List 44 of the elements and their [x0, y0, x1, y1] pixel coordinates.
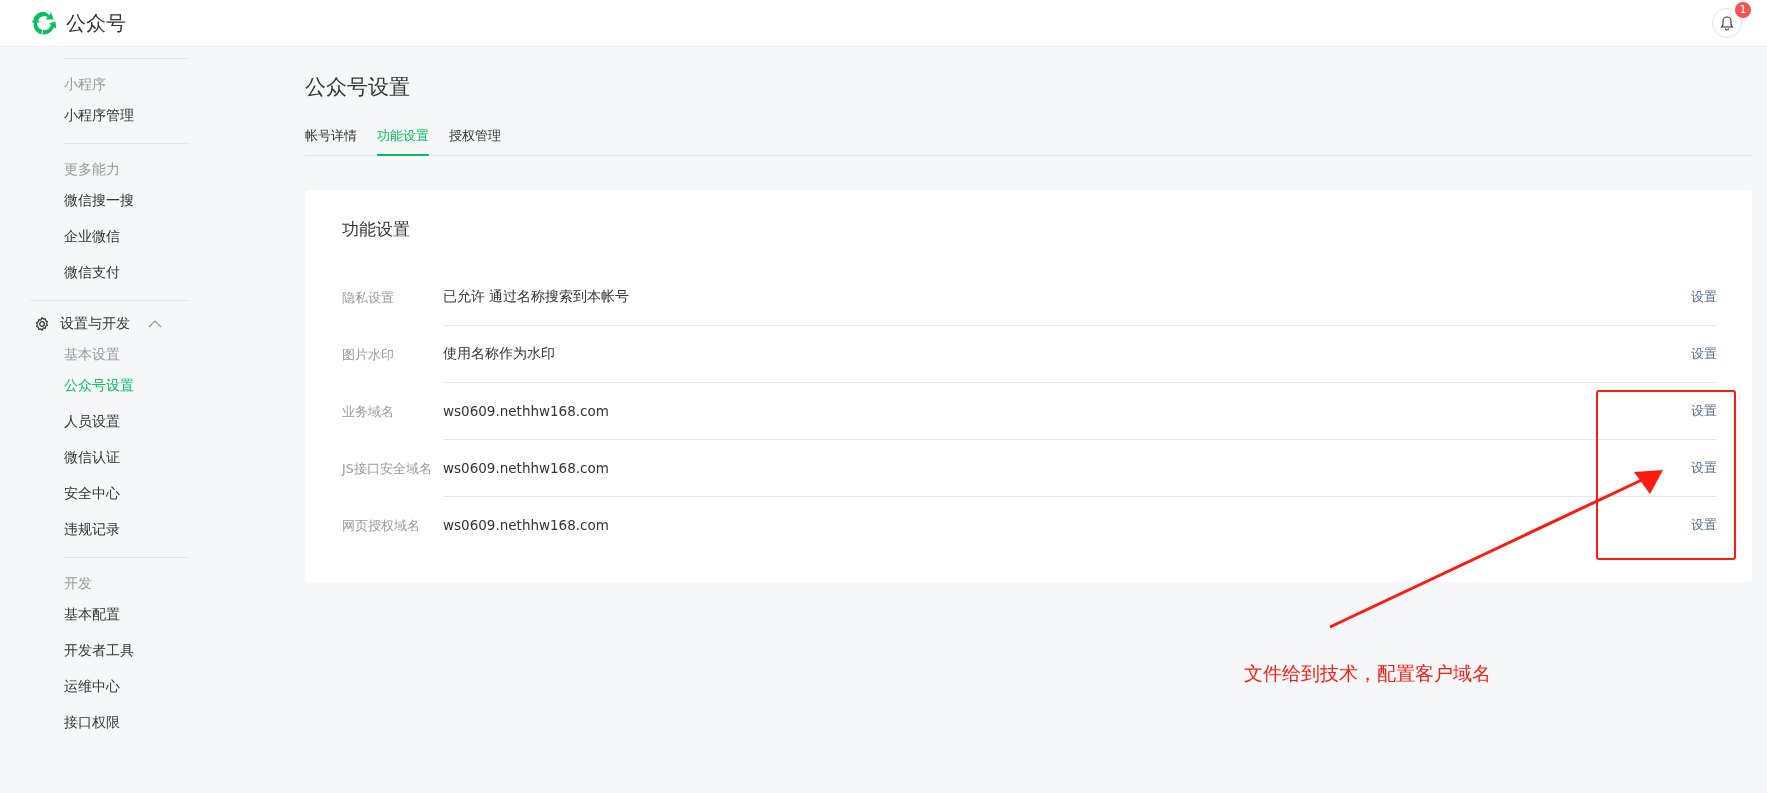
settings-link[interactable]: 设置	[1691, 288, 1717, 306]
settings-link[interactable]: 设置	[1691, 402, 1717, 420]
brand-name: 公众号	[66, 9, 126, 37]
sidebar-item[interactable]: 企业微信	[64, 218, 190, 254]
sidebar-heading: 开发	[64, 574, 93, 593]
sidebar-item[interactable]: 微信支付	[64, 254, 190, 290]
sidebar-item[interactable]: 人员设置	[64, 403, 190, 439]
sidebar-heading: 更多能力	[64, 160, 121, 179]
settings-icon	[34, 316, 50, 332]
setting-value: ws0609.nethhw168.com	[443, 403, 609, 419]
card-title: 功能设置	[342, 218, 411, 241]
setting-value: 已允许 通过名称搜索到本帐号	[443, 288, 630, 306]
settings-link[interactable]: 设置	[1691, 345, 1717, 363]
setting-value: 使用名称作为水印	[443, 345, 555, 363]
notification-button[interactable]	[1712, 8, 1742, 38]
setting-label: 业务域名	[342, 403, 395, 421]
chevron-icon	[148, 320, 162, 328]
settings-link[interactable]: 设置	[1691, 459, 1717, 477]
sidebar-item[interactable]: 小程序管理	[64, 97, 190, 133]
bell-icon	[1719, 15, 1735, 31]
setting-label: 隐私设置	[342, 289, 395, 307]
setting-value: ws0609.nethhw168.com	[443, 460, 609, 476]
sidebar-item[interactable]: 开发者工具	[64, 632, 190, 668]
sidebar-item[interactable]: 接口权限	[64, 704, 190, 740]
page-title: 公众号设置	[305, 74, 411, 101]
setting-label: 网页授权域名	[342, 517, 421, 535]
sidebar-heading: 基本设置	[64, 345, 121, 364]
notification-badge: 1	[1735, 2, 1751, 18]
setting-label: JS接口安全域名	[342, 460, 433, 478]
sidebar-group-toggle[interactable]: 设置与开发	[30, 309, 190, 339]
setting-value: ws0609.nethhw168.com	[443, 517, 609, 533]
setting-label: 图片水印	[342, 346, 395, 364]
logo-icon	[30, 9, 58, 37]
sidebar-item[interactable]: 违规记录	[64, 511, 190, 547]
tab[interactable]: 帐号详情	[305, 119, 357, 156]
sidebar-item[interactable]: 基本配置	[64, 596, 190, 632]
sidebar-item[interactable]: 微信搜一搜	[64, 182, 190, 218]
sidebar-item[interactable]: 安全中心	[64, 475, 190, 511]
sidebar-heading: 小程序	[64, 75, 107, 94]
settings-link[interactable]: 设置	[1691, 516, 1717, 534]
tab[interactable]: 授权管理	[449, 119, 501, 156]
sidebar-item[interactable]: 微信认证	[64, 439, 190, 475]
annotation-note: 文件给到技术，配置客户域名	[1244, 661, 1491, 686]
sidebar-item[interactable]: 运维中心	[64, 668, 190, 704]
